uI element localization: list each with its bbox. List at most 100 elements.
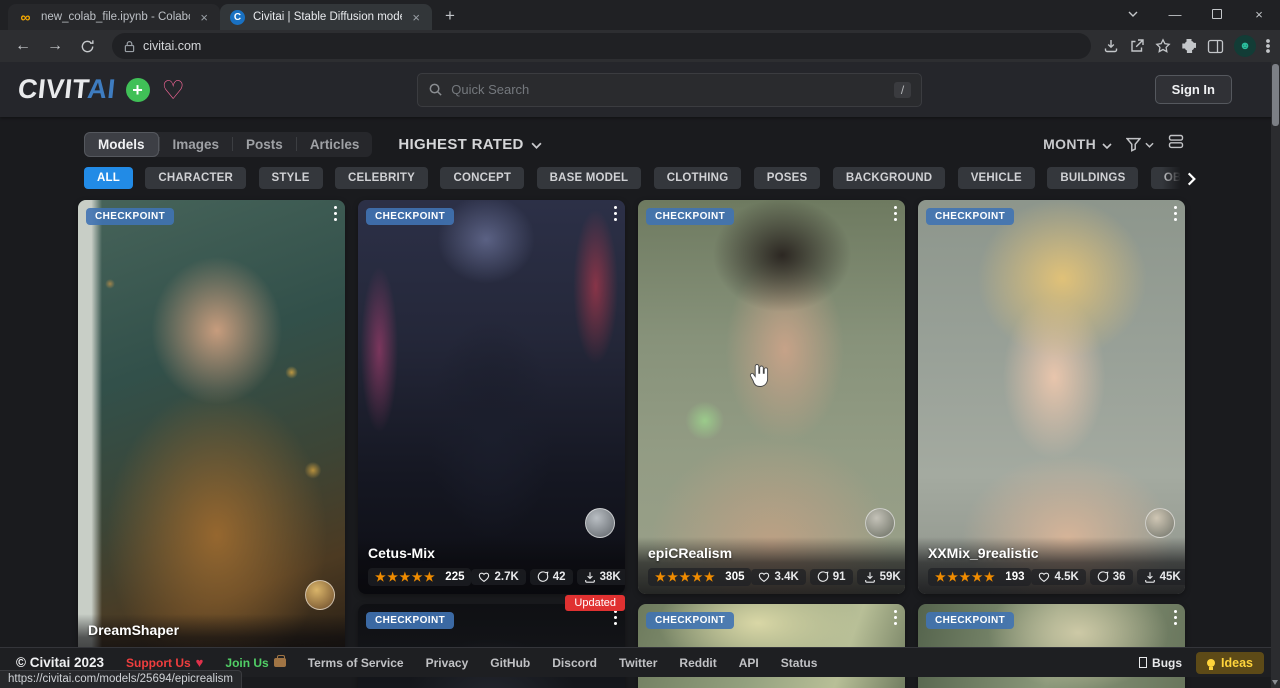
footer-link-github[interactable]: GitHub: [490, 656, 530, 670]
category-pill-style[interactable]: STYLE: [259, 167, 323, 189]
rating-chip: ★★★★★225: [368, 568, 471, 586]
category-pill-vehicle[interactable]: VEHICLE: [958, 167, 1035, 189]
category-pill-poses[interactable]: POSES: [754, 167, 821, 189]
category-pill-celebrity[interactable]: CELEBRITY: [335, 167, 428, 189]
tab-articles[interactable]: Articles: [297, 133, 373, 156]
model-preview-image: [638, 200, 905, 594]
layout-toggle-button[interactable]: [1168, 134, 1184, 154]
model-title: DreamShaper: [88, 622, 335, 638]
create-plus-button[interactable]: +: [126, 78, 150, 102]
period-select[interactable]: MONTH: [1043, 136, 1112, 152]
page-scrollbar[interactable]: [1271, 62, 1280, 688]
download-icon: [864, 571, 876, 583]
filter-funnel-button[interactable]: [1126, 135, 1154, 153]
new-tab-button[interactable]: +: [438, 4, 462, 28]
footer-link-discord[interactable]: Discord: [552, 656, 597, 670]
card-menu-icon[interactable]: [614, 610, 617, 625]
status-bar-url: https://civitai.com/models/25694/epicrea…: [0, 670, 242, 688]
footer-link-terms[interactable]: Terms of Service: [308, 656, 404, 670]
address-bar[interactable]: civitai.com: [112, 33, 1091, 59]
downloads-count: 59K: [880, 571, 901, 583]
footer-link-reddit[interactable]: Reddit: [679, 656, 716, 670]
rating-count: 193: [1005, 571, 1024, 583]
bugs-button[interactable]: Bugs: [1139, 656, 1182, 670]
menu-dots-icon[interactable]: [1266, 38, 1270, 54]
browser-tab-colab[interactable]: ∞ new_colab_file.ipynb - Colaborat ×: [8, 4, 220, 30]
period-label: MONTH: [1043, 136, 1096, 152]
scroll-right-chevron[interactable]: [1162, 167, 1196, 191]
category-pill-base-model[interactable]: BASE MODEL: [537, 167, 642, 189]
back-button[interactable]: ←: [10, 33, 36, 59]
model-title: epiCRealism: [648, 545, 895, 561]
category-pill-background[interactable]: BACKGROUND: [833, 167, 945, 189]
footer-link-privacy[interactable]: Privacy: [426, 656, 469, 670]
creator-avatar[interactable]: [585, 508, 615, 538]
tab-posts[interactable]: Posts: [233, 133, 296, 156]
rows-layout-icon: [1168, 134, 1184, 149]
rating-count: 305: [725, 571, 744, 583]
sign-in-button[interactable]: Sign In: [1155, 75, 1232, 104]
filter-controls: MONTH: [1043, 134, 1184, 154]
footer-link-api[interactable]: API: [739, 656, 759, 670]
creator-avatar[interactable]: [305, 580, 335, 610]
tab-models[interactable]: Models: [84, 132, 159, 157]
share-icon[interactable]: [1129, 38, 1145, 54]
card-overlay: XXMix_9realistic ★★★★★193 4.5K 36 45K: [918, 537, 1185, 594]
model-preview-image: [918, 200, 1185, 594]
side-panel-icon[interactable]: [1207, 39, 1224, 54]
card-menu-icon[interactable]: [894, 206, 897, 221]
tab-search-icon[interactable]: [1112, 0, 1154, 28]
scrollbar-down-arrow[interactable]: [1272, 680, 1278, 685]
civitai-logo[interactable]: CIVITAI: [16, 74, 117, 105]
extensions-puzzle-icon[interactable]: [1181, 38, 1197, 54]
model-card-xxmix9realistic[interactable]: CHECKPOINT XXMix_9realistic ★★★★★193 4.5…: [918, 200, 1185, 594]
card-menu-icon[interactable]: [1174, 610, 1177, 625]
heart-icon: [478, 571, 490, 583]
quick-search[interactable]: /: [417, 73, 922, 107]
ideas-button[interactable]: Ideas: [1196, 652, 1264, 674]
tab-close-icon[interactable]: ×: [198, 10, 210, 25]
category-pill-buildings[interactable]: BUILDINGS: [1047, 167, 1138, 189]
model-card-dreamshaper[interactable]: CHECKPOINT DreamShaper: [78, 200, 345, 666]
footer-link-status[interactable]: Status: [781, 656, 818, 670]
download-icon[interactable]: [1103, 38, 1119, 54]
tab-images[interactable]: Images: [160, 133, 233, 156]
card-menu-icon[interactable]: [334, 206, 337, 221]
content-nav-row: Models Images Posts Articles HIGHEST RAT…: [84, 130, 1184, 158]
footer-link-join-us[interactable]: Join Us: [225, 656, 285, 670]
model-card-cetus-mix[interactable]: CHECKPOINT Cetus-Mix ★★★★★225 2.7K 42 38…: [358, 200, 625, 594]
category-pill-clothing[interactable]: CLOTHING: [654, 167, 742, 189]
likes-chip: 3.4K: [751, 569, 805, 585]
bookmark-star-icon[interactable]: [1155, 38, 1171, 54]
card-menu-icon[interactable]: [1174, 206, 1177, 221]
grid-column: CHECKPOINT Cetus-Mix ★★★★★225 2.7K 42 38…: [358, 200, 625, 688]
favorites-heart-icon[interactable]: ♡: [162, 77, 185, 103]
profile-avatar[interactable]: ☻: [1234, 35, 1256, 57]
reload-button[interactable]: [74, 33, 100, 59]
model-preview-image: [358, 200, 625, 594]
footer-link-twitter[interactable]: Twitter: [619, 656, 657, 670]
likes-chip: 4.5K: [1031, 569, 1085, 585]
card-menu-icon[interactable]: [894, 610, 897, 625]
model-card-epicrealism[interactable]: CHECKPOINT epiCRealism ★★★★★305 3.4K 91 …: [638, 200, 905, 594]
close-window-button[interactable]: ×: [1238, 0, 1280, 28]
sort-select[interactable]: HIGHEST RATED: [398, 136, 541, 153]
downloads-count: 45K: [1160, 571, 1181, 583]
search-input[interactable]: [451, 82, 886, 97]
category-pill-character[interactable]: CHARACTER: [145, 167, 246, 189]
scrollbar-thumb[interactable]: [1272, 64, 1279, 126]
star-rating: ★★★★★: [655, 570, 716, 584]
card-menu-icon[interactable]: [614, 206, 617, 221]
category-pill-concept[interactable]: CONCEPT: [440, 167, 524, 189]
creator-avatar[interactable]: [865, 508, 895, 538]
category-pill-all[interactable]: ALL: [84, 167, 133, 189]
forward-button[interactable]: →: [42, 33, 68, 59]
browser-tab-civitai[interactable]: C Civitai | Stable Diffusion models, ×: [220, 4, 432, 30]
funnel-icon: [1126, 137, 1141, 152]
tab-close-icon[interactable]: ×: [410, 10, 422, 25]
model-stats: ★★★★★193 4.5K 36 45K: [928, 568, 1175, 586]
creator-avatar[interactable]: [1145, 508, 1175, 538]
footer-link-support-us[interactable]: Support Us♥: [126, 655, 203, 670]
minimize-button[interactable]: —: [1154, 0, 1196, 28]
restore-button[interactable]: [1196, 0, 1238, 28]
